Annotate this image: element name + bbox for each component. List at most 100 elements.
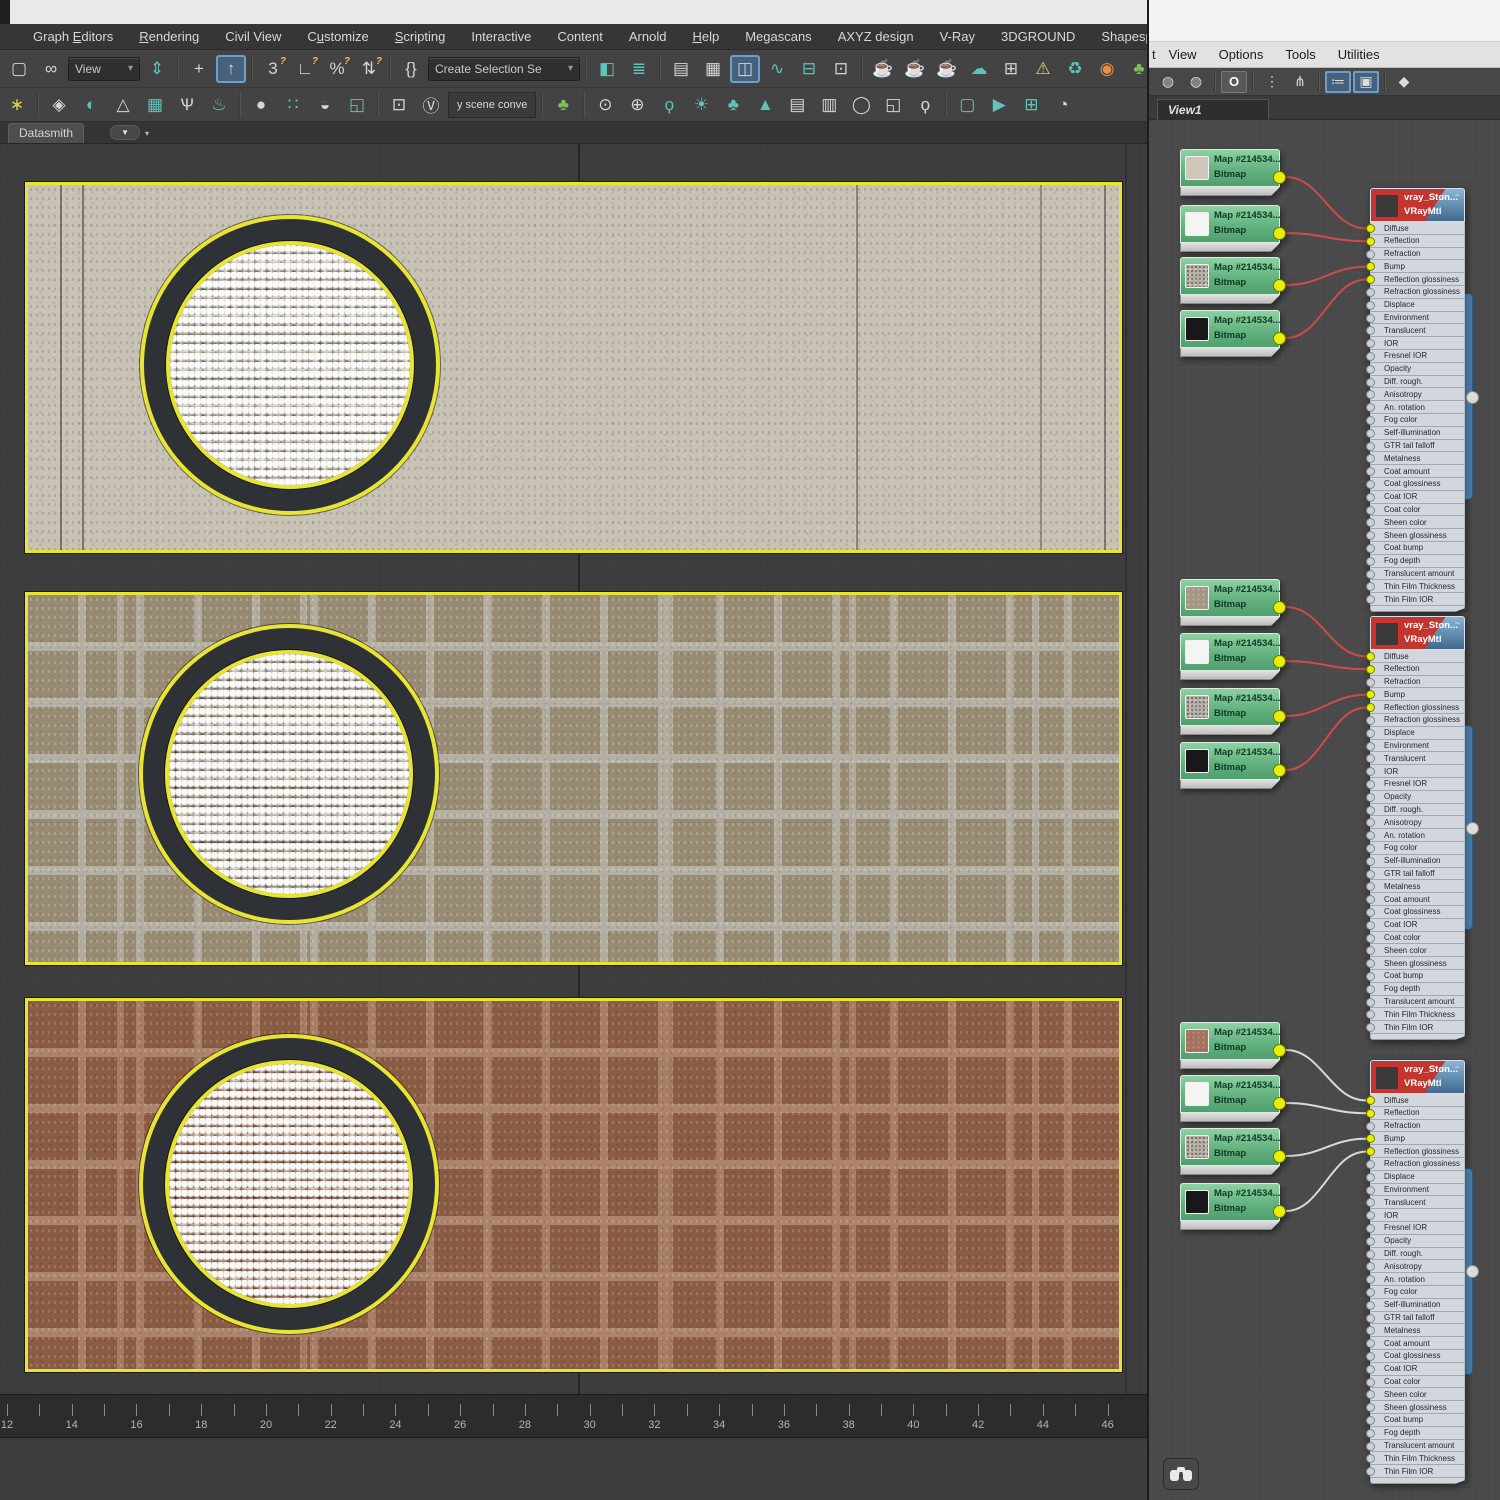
material-param-row[interactable]: Bump bbox=[1366, 688, 1465, 702]
param-input-socket[interactable] bbox=[1366, 690, 1375, 700]
material-param-row[interactable]: Opacity bbox=[1366, 1234, 1465, 1248]
material-param-row[interactable]: Coat IOR bbox=[1366, 918, 1465, 932]
material-param-row[interactable]: Reflection glossiness bbox=[1366, 273, 1465, 286]
node-wire[interactable] bbox=[1285, 176, 1367, 230]
vraymtl-node-g1[interactable]: vray_Ston... VRayMtl − Diffuse Reflection Ref… bbox=[1366, 188, 1465, 612]
param-input-socket[interactable] bbox=[1366, 703, 1375, 713]
pine-tree-icon[interactable]: ▲ bbox=[750, 91, 780, 119]
material-param-row[interactable]: Self-illumination bbox=[1366, 854, 1465, 868]
material-param-row[interactable]: Thin Film IOR bbox=[1366, 1021, 1465, 1034]
material-param-row[interactable]: Coat color bbox=[1366, 931, 1465, 945]
material-param-row[interactable]: Metalness bbox=[1366, 452, 1465, 466]
param-input-socket[interactable] bbox=[1366, 907, 1375, 917]
camera-add-icon[interactable]: ⊕ bbox=[622, 91, 652, 119]
param-input-socket[interactable] bbox=[1366, 882, 1375, 892]
material-param-row[interactable]: Fresnel IOR bbox=[1366, 777, 1465, 791]
bitmap-output-socket[interactable] bbox=[1273, 171, 1286, 184]
render-setup-teapot-icon[interactable]: ☕ bbox=[868, 55, 898, 83]
percent-snap-icon[interactable]: %? bbox=[322, 55, 352, 83]
material-param-row[interactable]: Diff. rough. bbox=[1366, 1247, 1465, 1261]
material-param-row[interactable]: Sheen glossiness bbox=[1366, 957, 1465, 970]
node-wire[interactable] bbox=[1285, 232, 1367, 243]
material-param-row[interactable]: Bump bbox=[1366, 260, 1465, 274]
node-wire[interactable] bbox=[1285, 1150, 1367, 1212]
param-input-socket[interactable] bbox=[1366, 1364, 1375, 1374]
param-input-socket[interactable] bbox=[1366, 652, 1375, 661]
param-input-socket[interactable] bbox=[1366, 971, 1375, 981]
param-input-socket[interactable] bbox=[1366, 933, 1375, 943]
bitmap-node-g2-1[interactable]: Map #214534... Bitmap bbox=[1180, 579, 1286, 626]
node-wire[interactable] bbox=[1285, 606, 1367, 658]
mirror-icon[interactable]: ◧ bbox=[592, 55, 622, 83]
minimize-icon[interactable]: − bbox=[1455, 190, 1460, 200]
bitmap-node-g1-4[interactable]: Map #214534... Bitmap bbox=[1180, 310, 1286, 357]
select-object-icon[interactable]: ↑ bbox=[216, 54, 246, 83]
param-input-socket[interactable] bbox=[1366, 1134, 1375, 1144]
param-input-socket[interactable] bbox=[1366, 1390, 1375, 1400]
device-manager-icon[interactable]: ⊡ bbox=[384, 91, 414, 119]
bitmap-node-g1-1[interactable]: Map #214534... Bitmap bbox=[1180, 149, 1286, 196]
param-input-socket[interactable] bbox=[1366, 249, 1375, 259]
param-input-socket[interactable] bbox=[1366, 351, 1375, 361]
sun-light-icon[interactable]: ☀ bbox=[686, 91, 716, 119]
ring-tool-icon[interactable]: ◯ bbox=[846, 91, 876, 119]
material-sphere-2[interactable] bbox=[165, 650, 413, 898]
spinner-snap-icon[interactable]: ⇅? bbox=[354, 55, 384, 83]
material-preview-plane-2[interactable] bbox=[25, 592, 1122, 965]
menu-item-v-ray[interactable]: V-Ray bbox=[927, 29, 988, 44]
material-param-row[interactable]: Environment bbox=[1366, 311, 1465, 325]
arnold-sync-icon[interactable]: ♻ bbox=[1060, 55, 1090, 83]
blender-icon[interactable]: ◉ bbox=[1092, 55, 1122, 83]
material-param-row[interactable]: Thin Film Thickness bbox=[1366, 1452, 1465, 1466]
param-input-socket[interactable] bbox=[1366, 920, 1375, 930]
material-param-row[interactable]: IOR bbox=[1366, 337, 1465, 350]
param-input-socket[interactable] bbox=[1366, 543, 1375, 553]
material-param-row[interactable]: Thin Film Thickness bbox=[1366, 1008, 1465, 1022]
param-input-socket[interactable] bbox=[1366, 454, 1375, 464]
material-output-socket[interactable] bbox=[1466, 1265, 1479, 1278]
sample-quality-icon[interactable]: ◍ bbox=[1155, 71, 1181, 93]
param-input-socket[interactable] bbox=[1366, 677, 1375, 687]
quad-view-icon[interactable]: ⊞ bbox=[996, 55, 1026, 83]
param-input-socket[interactable] bbox=[1366, 1467, 1375, 1477]
material-param-row[interactable]: Refraction glossiness bbox=[1366, 1157, 1465, 1171]
bitmap-node-g2-2[interactable]: Map #214534... Bitmap bbox=[1180, 633, 1286, 680]
bitmap-output-socket[interactable] bbox=[1273, 710, 1286, 723]
param-input-socket[interactable] bbox=[1366, 984, 1375, 994]
material-param-row[interactable]: Refraction bbox=[1366, 675, 1465, 689]
material-param-row[interactable]: Sheen color bbox=[1366, 1388, 1465, 1402]
grass-tool-icon[interactable]: Ѱ bbox=[172, 91, 202, 119]
forest-trees-icon[interactable]: ♣ bbox=[1124, 55, 1147, 83]
material-param-row[interactable]: Coat amount bbox=[1366, 465, 1465, 478]
param-input-socket[interactable] bbox=[1366, 1403, 1375, 1413]
material-param-row[interactable]: Anisotropy bbox=[1366, 388, 1465, 402]
material-param-row[interactable]: IOR bbox=[1366, 765, 1465, 778]
material-param-row[interactable]: Bump bbox=[1366, 1132, 1465, 1146]
trees-pair-icon[interactable]: ♣ bbox=[718, 91, 748, 119]
snaps-toggle-3d-icon[interactable]: 3? bbox=[258, 55, 288, 83]
vray-scene-converter-button[interactable]: y scene conve bbox=[448, 91, 537, 118]
sample-slot-ring[interactable] bbox=[140, 215, 440, 515]
param-input-socket[interactable] bbox=[1366, 415, 1375, 425]
param-input-socket[interactable] bbox=[1366, 262, 1375, 272]
menu-item-graph-editors[interactable]: Graph Editors bbox=[20, 29, 126, 44]
material-output-socket[interactable] bbox=[1466, 391, 1479, 404]
material-param-row[interactable]: Translucent bbox=[1366, 752, 1465, 766]
material-param-row[interactable]: Thin Film IOR bbox=[1366, 593, 1465, 606]
bitmap-node-g3-1[interactable]: Map #214534... Bitmap bbox=[1180, 1022, 1286, 1069]
param-input-socket[interactable] bbox=[1366, 779, 1375, 789]
param-input-socket[interactable] bbox=[1366, 492, 1375, 502]
param-input-socket[interactable] bbox=[1366, 1147, 1375, 1157]
material-sphere-1[interactable] bbox=[166, 241, 414, 489]
param-input-socket[interactable] bbox=[1366, 1287, 1375, 1297]
material-param-row[interactable]: Refraction glossiness bbox=[1366, 713, 1465, 727]
named-selection-set-dropdown[interactable]: Create Selection Se ▾ bbox=[428, 56, 580, 81]
param-input-socket[interactable] bbox=[1366, 1454, 1375, 1464]
material-sphere-3[interactable] bbox=[165, 1060, 413, 1308]
material-param-row[interactable]: Sheen glossiness bbox=[1366, 529, 1465, 542]
param-input-socket[interactable] bbox=[1366, 479, 1375, 489]
param-input-socket[interactable] bbox=[1366, 1326, 1375, 1336]
material-param-row[interactable]: Fog color bbox=[1366, 413, 1465, 427]
clone-page-icon[interactable]: ◱ bbox=[342, 91, 372, 119]
param-input-socket[interactable] bbox=[1366, 1313, 1375, 1323]
